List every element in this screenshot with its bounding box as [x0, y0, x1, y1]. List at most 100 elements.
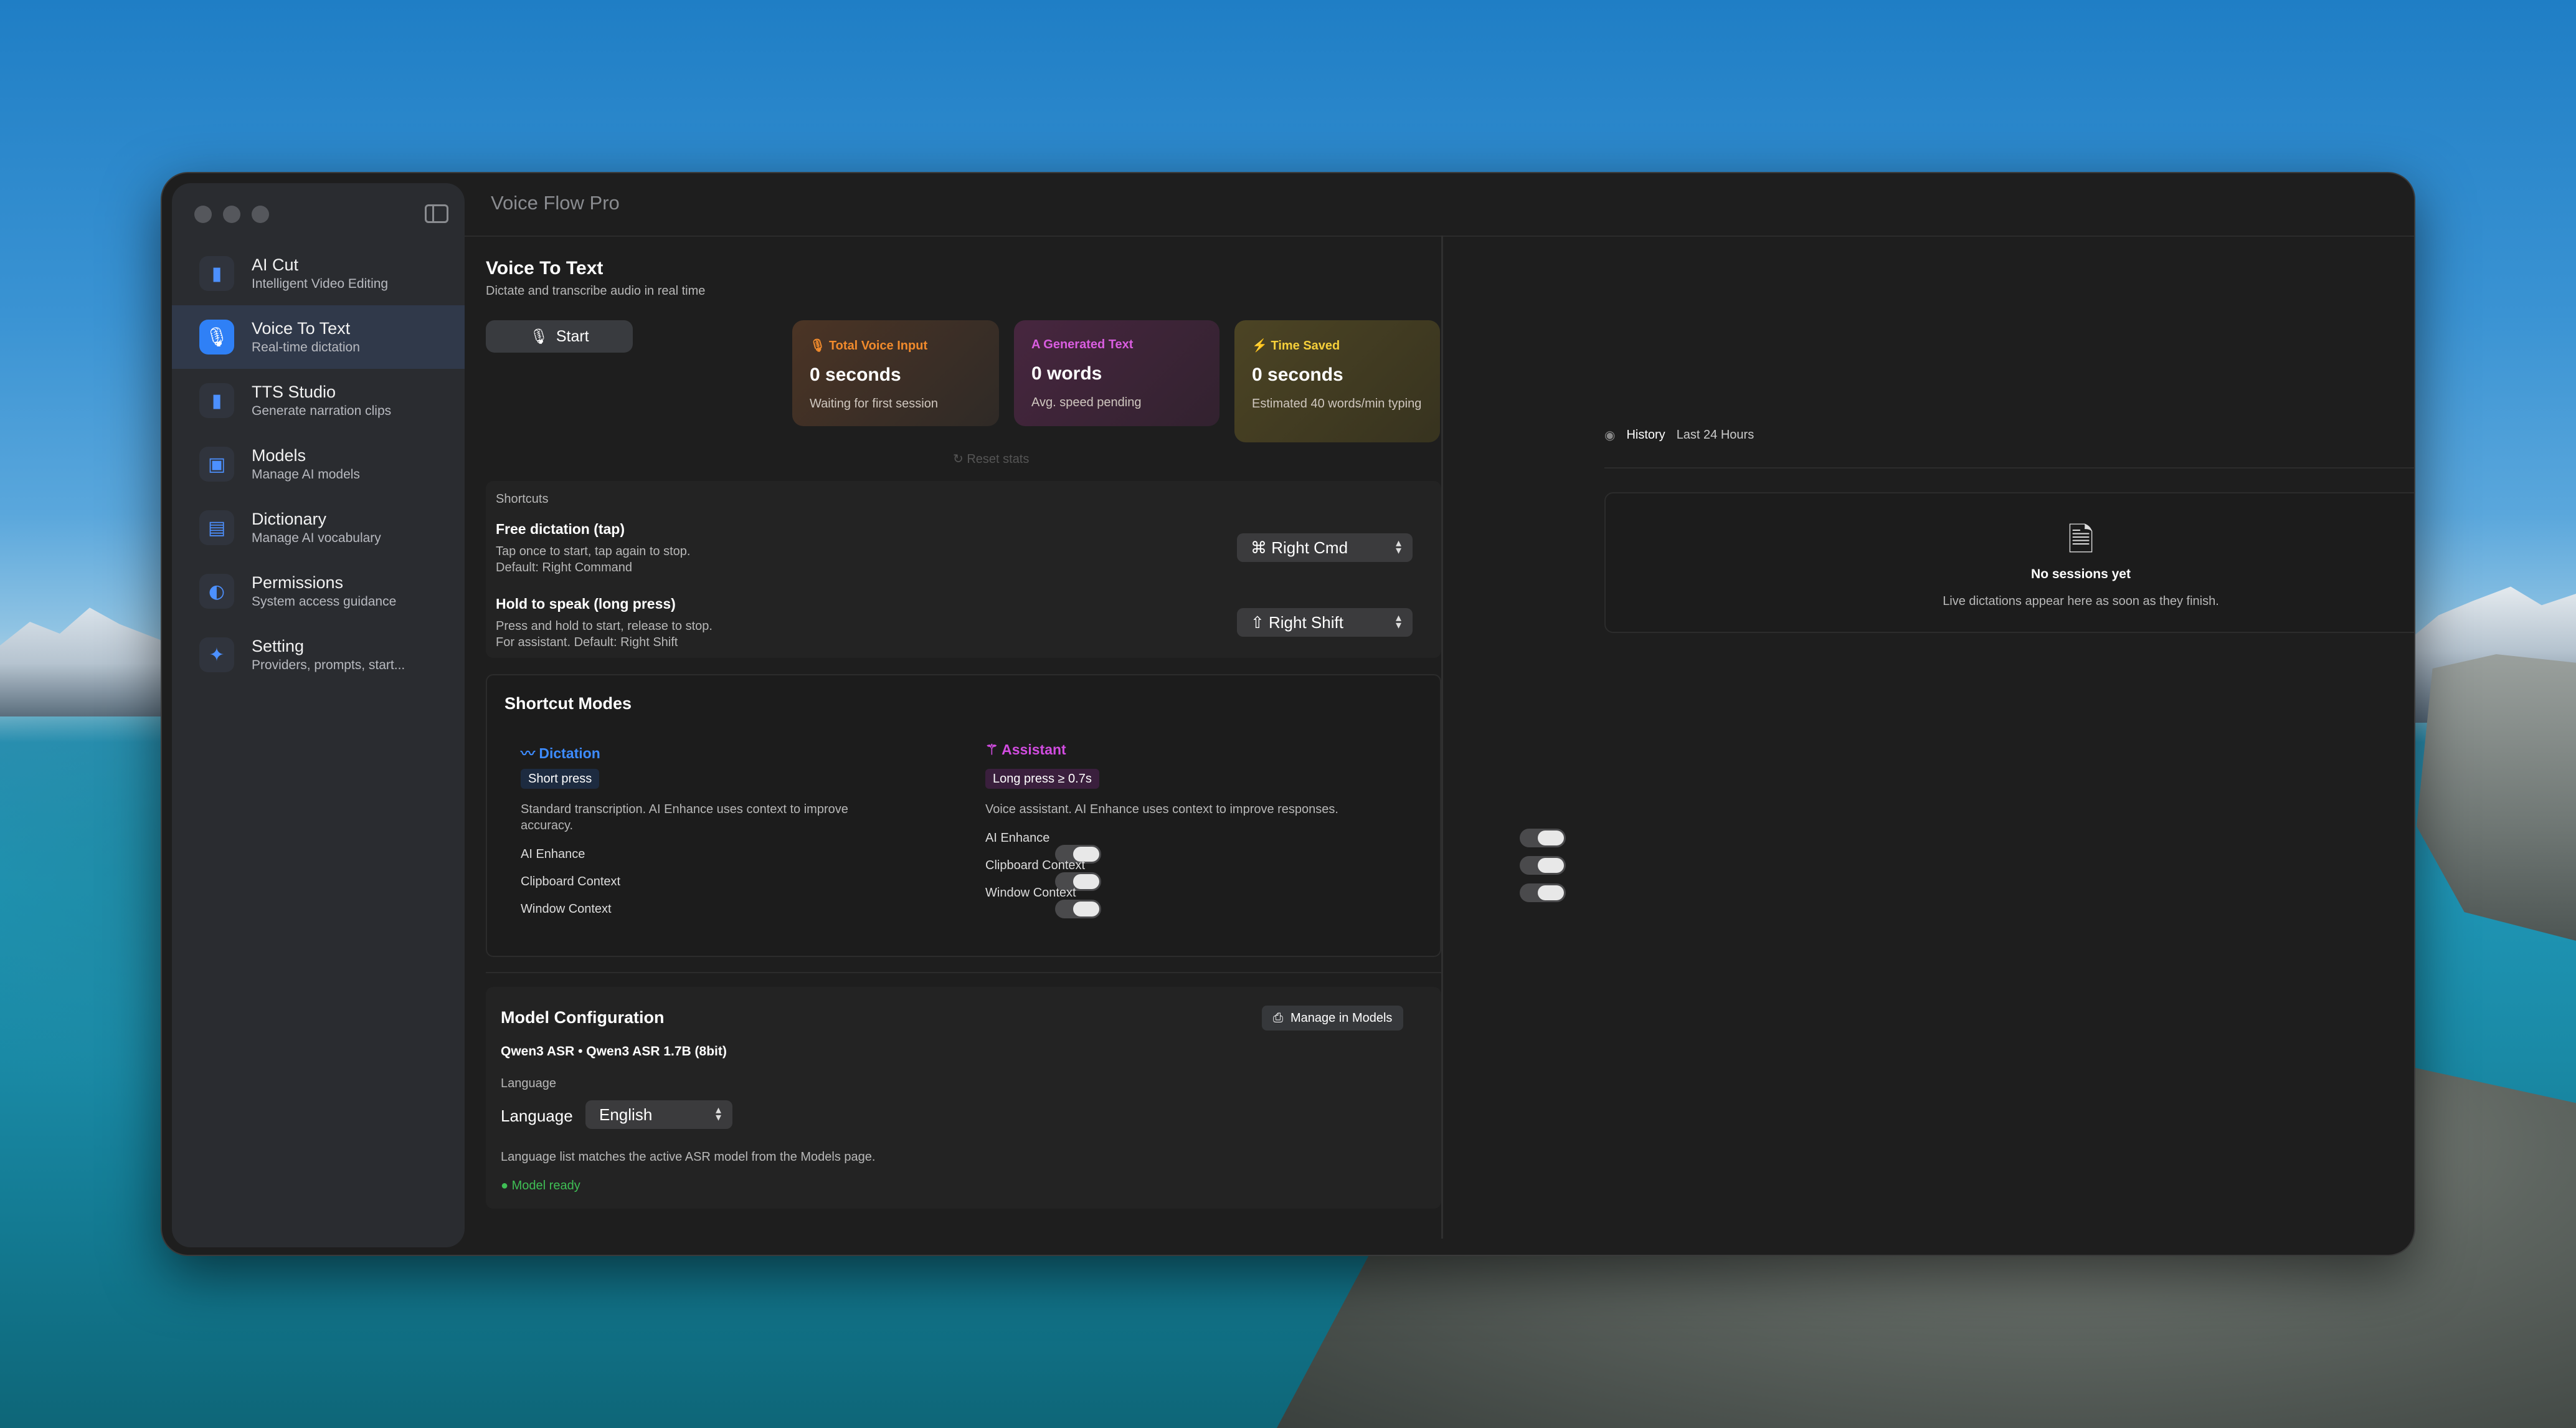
sidebar-item-models[interactable]: ▣ Models Manage AI models	[172, 432, 465, 496]
dictation-ai-enhance-label: AI Enhance	[521, 847, 585, 861]
sidebar-item-subtitle: Manage AI vocabulary	[252, 531, 381, 545]
stat-card-time-saved: ⚡ Time Saved 0 seconds Estimated 40 word…	[1234, 320, 1440, 442]
assistant-clipboard-toggle[interactable]	[1520, 856, 1566, 875]
chevron-up-down-icon: ▴ ▾	[1395, 536, 1401, 556]
assistant-tag: Long press ≥ 0.7s	[985, 769, 1099, 789]
reset-stats-button[interactable]: ↻ Reset stats	[953, 451, 1029, 467]
select-value: ⇧ Right Shift	[1251, 612, 1343, 632]
sidebar-item-title: Dictionary	[252, 510, 327, 528]
history-empty-subtitle: Live dictations appear here as soon as t…	[1943, 594, 2219, 608]
sidebar-item-subtitle: Intelligent Video Editing	[252, 277, 389, 291]
stat-title: 🎙 Total Voice Input	[810, 339, 928, 353]
manage-in-models-button[interactable]: ⎙ Manage in Models	[1262, 1006, 1404, 1031]
assistant-ai-enhance-label: AI Enhance	[985, 831, 1050, 845]
sidebar-item-title: TTS Studio	[252, 383, 336, 401]
free-dictation-title: Free dictation (tap)	[496, 521, 625, 537]
stat-subtitle: Avg. speed pending	[1031, 396, 1142, 409]
sidebar-item-subtitle: Manage AI models	[252, 467, 360, 482]
chevron-up-down-icon: ▴ ▾	[1395, 611, 1401, 631]
sidebar-toggle-icon[interactable]	[425, 204, 448, 223]
dictation-wave-icon: 〰	[521, 745, 539, 761]
sidebar-item-title: Models	[252, 446, 306, 465]
split-divider[interactable]	[1441, 236, 1443, 1239]
sidebar-item-voice-to-text[interactable]: 🎙 Voice To Text Real-time dictation	[172, 305, 465, 369]
chevron-up-down-icon: ▴ ▾	[715, 1103, 721, 1123]
share-icon: ⎙	[1273, 1011, 1283, 1025]
zoom-window-button[interactable]	[252, 206, 269, 223]
assistant-desc: Voice assistant. AI Enhance uses context…	[985, 802, 1338, 816]
sidebar-item-dictionary[interactable]: ▤ Dictionary Manage AI vocabulary	[172, 496, 465, 559]
microphone-icon: 🎙	[529, 328, 549, 345]
sidebar-item-title: Voice To Text	[252, 319, 351, 338]
stat-value: 0 words	[1031, 363, 1102, 384]
free-dictation-shortcut-select[interactable]: ⌘ Right Cmd ▴ ▾	[1237, 533, 1413, 562]
sidebar-item-subtitle: Generate narration clips	[252, 404, 392, 418]
stat-title: A͏ Generated Text	[1031, 338, 1134, 351]
section-divider	[486, 972, 1441, 973]
stat-value: 0 seconds	[1252, 364, 1343, 385]
shortcut-modes-title: Shortcut Modes	[504, 694, 632, 713]
book-icon: ▤	[199, 510, 234, 545]
page-subtitle: Dictate and transcribe audio in real tim…	[486, 284, 706, 298]
history-range[interactable]: Last 24 Hours	[1677, 428, 1754, 442]
assistant-window-toggle[interactable]	[1520, 883, 1566, 902]
close-window-button[interactable]	[194, 206, 212, 223]
stat-subtitle: Estimated 40 words/min typing	[1252, 397, 1422, 411]
document-search-icon: 🗎	[2068, 522, 2094, 558]
hold-to-speak-shortcut-select[interactable]: ⇧ Right Shift ▴ ▾	[1237, 608, 1413, 637]
sidebar-item-tts-studio[interactable]: ▮ TTS Studio Generate narration clips	[172, 369, 465, 432]
app-window: ▮ AI Cut Intelligent Video Editing 🎙 Voic…	[161, 172, 2415, 1256]
history-empty-card: 🗎 No sessions yet Live dictations appear…	[1604, 492, 2414, 633]
stat-subtitle: Waiting for first session	[810, 397, 938, 411]
sidebar-item-title: AI Cut	[252, 255, 299, 274]
sidebar-item-permissions[interactable]: ◐ Permissions System access guidance	[172, 559, 465, 623]
manage-in-models-label: Manage in Models	[1290, 1011, 1393, 1025]
dictation-tag: Short press	[521, 769, 600, 789]
stat-title: ⚡ Time Saved	[1252, 339, 1340, 353]
select-value: English	[599, 1105, 653, 1124]
language-select[interactable]: English ▴ ▾	[585, 1100, 732, 1129]
dictation-mode-title: 〰 Dictation	[521, 745, 600, 761]
shield-icon: ◐	[199, 574, 234, 609]
select-value: ⌘ Right Cmd	[1251, 538, 1348, 557]
dictation-window-toggle[interactable]	[1055, 900, 1101, 918]
window-controls	[194, 206, 269, 223]
language-header: Language	[501, 1077, 556, 1090]
sidebar-nav: ▮ AI Cut Intelligent Video Editing 🎙 Voic…	[172, 242, 465, 687]
sidebar-item-setting[interactable]: ✦ Setting Providers, prompts, start...	[172, 623, 465, 687]
dictation-window-label: Window Context	[521, 902, 612, 916]
history-divider	[1604, 467, 2414, 469]
hold-to-speak-title: Hold to speak (long press)	[496, 596, 676, 612]
bolt-icon: ⚡	[1252, 339, 1271, 353]
waveform-icon: ▮	[199, 383, 234, 418]
model-status: ● Model ready	[501, 1179, 580, 1192]
history-empty-title: No sessions yet	[2031, 567, 2131, 581]
window-title: Voice Flow Pro	[491, 192, 620, 214]
stat-card-generated-text: A͏ Generated Text 0 words Avg. speed pen…	[1014, 320, 1219, 426]
model-config-title: Model Configuration	[501, 1008, 665, 1027]
stat-card-voice-input: 🎙 Total Voice Input 0 seconds Waiting fo…	[792, 320, 999, 426]
sidebar-item-ai-cut[interactable]: ▮ AI Cut Intelligent Video Editing	[172, 242, 465, 305]
minimize-window-button[interactable]	[223, 206, 240, 223]
model-name: Qwen3 ASR • Qwen3 ASR 1.7B (8bit)	[501, 1044, 727, 1059]
header-divider	[465, 236, 2414, 237]
dictation-clipboard-label: Clipboard Context	[521, 875, 621, 888]
checkmark-circle-icon: ●	[501, 1179, 512, 1192]
sidebar-item-title: Setting	[252, 637, 305, 655]
assistant-mode-title: ⚚ Assistant	[985, 741, 1066, 758]
clock-icon: ◉	[1604, 429, 1616, 442]
history-label: History	[1626, 428, 1665, 442]
start-button[interactable]: 🎙 Start	[486, 320, 633, 353]
free-dictation-default: Default: Right Command	[496, 561, 632, 574]
dictation-desc: Standard transcription. AI Enhance uses …	[521, 802, 848, 832]
stat-value: 0 seconds	[810, 364, 901, 385]
wand-icon: ⚚	[985, 741, 1002, 758]
history-header: ◉ History Last 24 Hours	[1604, 427, 1754, 443]
microphone-icon: 🎙	[810, 339, 829, 353]
sparkles-icon: ✦	[199, 637, 234, 672]
assistant-ai-enhance-toggle[interactable]	[1520, 829, 1566, 847]
shortcuts-header: Shortcuts	[496, 492, 549, 506]
language-label: Language	[501, 1107, 573, 1125]
assistant-clipboard-label: Clipboard Context	[985, 859, 1086, 872]
waveform-icon: ▮	[199, 256, 234, 291]
